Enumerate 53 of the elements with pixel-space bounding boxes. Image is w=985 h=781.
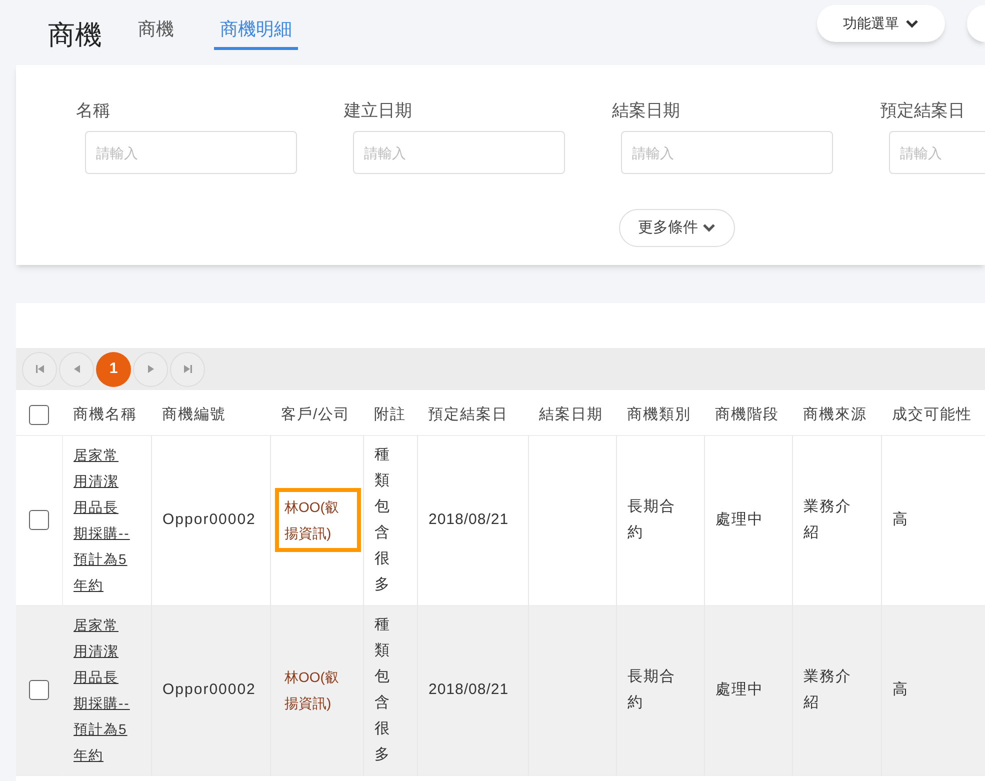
column-header: 客戶/公司	[281, 406, 350, 422]
table-cell-text: 高	[892, 510, 908, 530]
field-label: 名稱	[76, 100, 111, 122]
column-header: 商機來源	[803, 406, 867, 422]
column-header: 預定結案日	[428, 406, 508, 422]
page-title: 商機	[48, 19, 102, 52]
checkbox[interactable]	[29, 404, 49, 425]
next-page-button[interactable]	[133, 352, 168, 386]
text-input[interactable]: 請輸入	[621, 131, 833, 174]
table-cell-text: 種類包含很多	[374, 445, 390, 595]
menu-button[interactable]: 功能選單	[817, 5, 945, 42]
last-page-icon	[182, 364, 192, 374]
column-header: 商機階段	[715, 406, 779, 422]
field-label: 預定結案日	[880, 100, 966, 122]
table-cell-text: 業務介紹	[804, 667, 852, 713]
table-cell-text: Oppor00002	[162, 510, 257, 530]
last-page-button[interactable]	[170, 352, 205, 386]
table-cell-text: 種類包含很多	[374, 615, 390, 765]
previous-page-button[interactable]	[59, 352, 94, 386]
table-cell-text: 2018/08/21	[428, 680, 510, 700]
column-header: 商機類別	[627, 406, 691, 422]
column-header: 成交可能性	[892, 406, 972, 422]
field-label: 結案日期	[612, 100, 681, 122]
pill-button[interactable]	[967, 5, 985, 42]
column-header: 商機名稱	[73, 406, 137, 422]
opportunity-link[interactable]: 居家常用清潔用品長期採購--預計為5年約	[74, 442, 132, 598]
first-page-icon	[34, 364, 44, 374]
next-page-icon	[146, 364, 156, 374]
table-cell-text: 處理中	[716, 680, 764, 700]
table-cell-text: 處理中	[716, 510, 764, 530]
table-cell-text: 長期合約	[628, 667, 676, 713]
column-header: 附註	[374, 406, 406, 422]
table-cell-text: 2018/08/21	[428, 510, 510, 530]
checkbox[interactable]	[28, 510, 49, 530]
table-cell-text: 長期合約	[628, 497, 676, 543]
text-input[interactable]: 請輸入	[353, 131, 565, 174]
customer-name: 林OO(叡揚資訊)	[274, 488, 360, 552]
text-input[interactable]: 請輸入	[889, 131, 985, 174]
customer-name: 林OO(叡揚資訊)	[284, 668, 340, 713]
previous-page-icon	[72, 364, 82, 374]
field-label: 建立日期	[344, 100, 413, 122]
table-cell-text: 業務介紹	[804, 497, 852, 543]
column-header: 商機編號	[162, 406, 226, 422]
table-cell-text: 高	[892, 680, 908, 700]
chevron-down-icon	[905, 18, 919, 28]
more-conditions-button[interactable]: 更多條件	[619, 209, 735, 247]
chevron-down-icon	[702, 223, 716, 233]
text-input[interactable]: 請輸入	[85, 131, 297, 174]
column-header: 結案日期	[539, 406, 603, 422]
tab[interactable]: 商機	[138, 9, 174, 50]
first-page-button[interactable]	[22, 352, 57, 386]
table-cell-text: Oppor00002	[162, 680, 257, 700]
checkbox[interactable]	[28, 680, 49, 700]
